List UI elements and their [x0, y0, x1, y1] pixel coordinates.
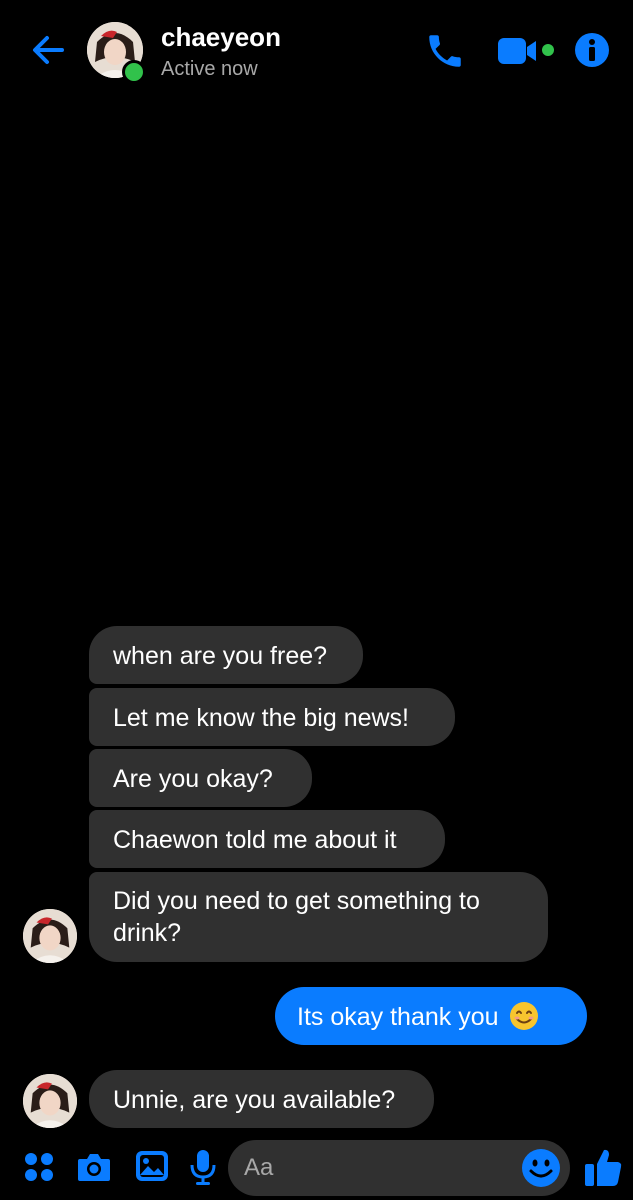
chat-header: chaeyeon Active now — [0, 0, 633, 100]
message-bubble-incoming[interactable]: when are you free? — [89, 626, 363, 684]
thumbs-up-icon — [585, 1149, 622, 1186]
active-status-dot — [122, 60, 146, 84]
message-bubble-incoming[interactable]: Unnie, are you available? — [89, 1070, 434, 1128]
phone-icon — [429, 35, 461, 67]
back-button[interactable] — [28, 30, 68, 70]
info-icon — [575, 33, 609, 67]
video-camera-icon — [498, 38, 554, 64]
four-dots-icon — [25, 1153, 53, 1181]
call-button[interactable] — [424, 30, 466, 72]
contact-name[interactable]: chaeyeon — [161, 22, 281, 53]
camera-icon — [78, 1154, 110, 1181]
smiling-emoji-icon — [510, 1002, 539, 1031]
image-icon — [136, 1151, 168, 1181]
apps-button[interactable] — [22, 1150, 56, 1184]
emoji-button[interactable] — [521, 1148, 561, 1188]
video-call-button[interactable] — [496, 34, 558, 68]
smiley-icon — [522, 1149, 560, 1187]
message-bubble-incoming[interactable]: Did you need to get something to drink? — [89, 872, 548, 962]
message-bubble-incoming[interactable]: Let me know the big news! — [89, 688, 455, 746]
message-bubble-incoming[interactable]: Chaewon told me about it — [89, 810, 445, 868]
active-status: Active now — [161, 58, 258, 80]
gallery-button[interactable] — [134, 1149, 170, 1183]
arrow-left-icon — [33, 36, 64, 64]
message-text: Its okay thank you — [297, 1003, 499, 1031]
like-button[interactable] — [583, 1146, 623, 1188]
message-bubble-incoming[interactable]: Are you okay? — [89, 749, 312, 807]
message-input-placeholder: Aa — [244, 1154, 274, 1181]
message-input[interactable] — [228, 1140, 570, 1196]
camera-button[interactable] — [76, 1150, 112, 1184]
sender-avatar[interactable] — [23, 1074, 77, 1128]
microphone-icon — [190, 1150, 216, 1185]
info-button[interactable] — [574, 32, 610, 68]
sender-avatar[interactable] — [23, 909, 77, 963]
message-bubble-outgoing[interactable]: Its okay thank you — [275, 987, 587, 1045]
voice-button[interactable] — [188, 1148, 218, 1186]
